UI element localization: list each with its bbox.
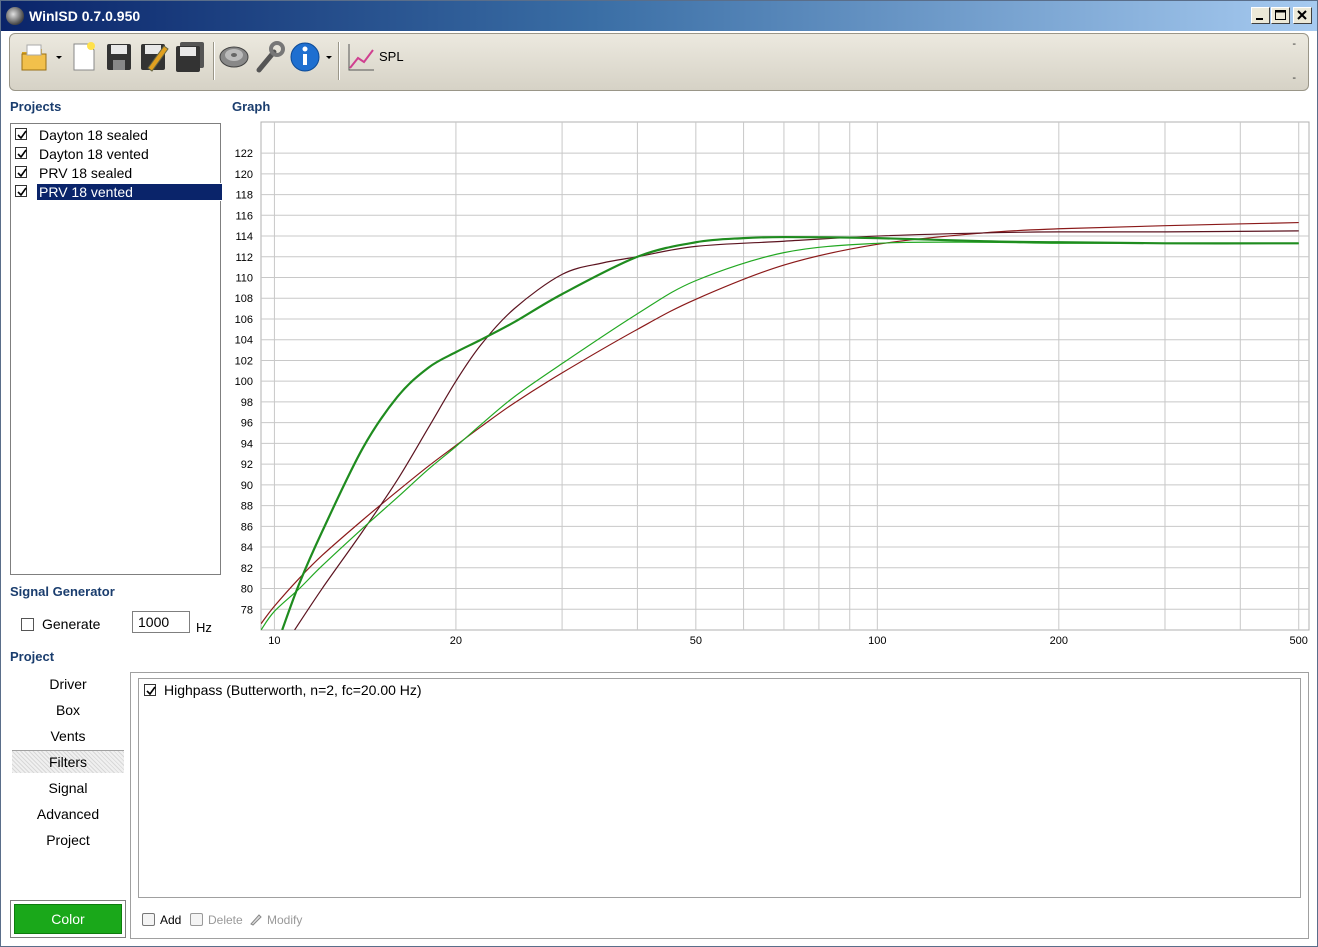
color-button[interactable]: Color [14,904,122,934]
project-label: Dayton 18 vented [39,146,149,162]
y-tick-label: 104 [235,335,253,347]
app-window: WinISD 0.7.0.950 SPL - - Projects Graph … [0,0,1318,947]
y-tick-label: 80 [241,584,253,596]
save-all-icon[interactable] [174,40,208,74]
open-folder-icon[interactable] [20,40,50,74]
filters-panel: Highpass (Butterworth, n=2, fc=20.00 Hz)… [130,672,1309,939]
frequency-unit-label: Hz [196,620,212,635]
tools-wrench-icon[interactable] [254,40,286,74]
toolbar-overflow-marker: - [1292,38,1296,50]
modify-pencil-icon [250,914,262,926]
x-tick-label: 10 [268,635,280,647]
project-label-selected: PRV 18 vented [36,183,223,201]
add-button[interactable]: Add [160,913,181,927]
projects-heading: Projects [10,99,62,114]
open-dropdown-arrow-icon[interactable] [54,40,64,74]
title-bar[interactable]: WinISD 0.7.0.950 [1,1,1317,31]
toolbar-overflow-marker: - [1292,72,1296,84]
filters-list: Highpass (Butterworth, n=2, fc=20.00 Hz) [138,678,1301,898]
toolbar-separator [213,42,215,80]
y-tick-label: 110 [235,273,253,285]
generate-checkbox[interactable] [21,618,34,631]
color-button-frame: Color [10,900,126,938]
new-document-icon[interactable] [70,40,98,74]
delete-icon [190,913,203,926]
list-item[interactable]: Dayton 18 vented [12,145,220,163]
y-tick-label: 88 [241,501,253,513]
x-tick-label: 20 [450,635,462,647]
project-checkbox[interactable] [15,147,27,159]
y-tick-label: 106 [235,314,253,326]
y-tick-label: 120 [235,169,253,181]
y-tick-label: 82 [241,563,253,575]
delete-button[interactable]: Delete [208,913,243,927]
y-tick-label: 112 [235,252,253,264]
nav-vents[interactable]: Vents [12,725,124,747]
projects-list: Dayton 18 sealed Dayton 18 vented PRV 18… [10,123,223,575]
spl-graph-icon[interactable] [346,40,376,74]
nav-advanced[interactable]: Advanced [12,803,124,825]
y-tick-label: 100 [235,376,253,388]
graph-heading: Graph [232,99,271,114]
save-as-icon[interactable] [138,40,170,74]
y-tick-label: 102 [235,355,253,367]
close-button[interactable] [1293,7,1312,24]
window-title: WinISD 0.7.0.950 [29,8,141,24]
y-tick-label: 114 [235,231,253,243]
y-tick-label: 108 [235,293,253,305]
nav-filters[interactable]: Filters [12,750,124,773]
filter-checkbox[interactable] [144,684,156,696]
save-icon[interactable] [104,40,134,74]
list-item[interactable]: PRV 18 vented [12,183,223,201]
spl-button-label[interactable]: SPL [379,49,404,64]
minimize-button[interactable] [1251,7,1270,24]
project-checkbox[interactable] [15,128,27,140]
project-checkbox[interactable] [15,185,27,197]
add-icon [142,913,155,926]
y-tick-label: 118 [235,190,253,202]
y-tick-label: 116 [235,210,253,222]
x-tick-label: 50 [690,635,702,647]
y-tick-label: 94 [241,438,253,450]
info-icon[interactable] [290,40,322,74]
nav-signal[interactable]: Signal [12,777,124,799]
toolbar-separator [338,42,340,80]
y-tick-label: 98 [241,397,253,409]
app-logo-icon [6,7,24,25]
signal-generator-heading: Signal Generator [10,584,115,599]
x-tick-label: 100 [868,635,886,647]
y-tick-label: 86 [241,521,253,533]
maximize-button[interactable] [1271,7,1290,24]
project-label: Dayton 18 sealed [39,127,148,143]
spl-graph[interactable]: 78 80 82 84 86 88 90 92 94 96 98 100 102 104 106 108 110… [229,119,1314,649]
x-tick-label: 200 [1050,635,1068,647]
y-tick-label: 84 [241,542,253,554]
filter-item-label[interactable]: Highpass (Butterworth, n=2, fc=20.00 Hz) [164,682,422,698]
nav-project[interactable]: Project [12,829,124,851]
list-item[interactable]: PRV 18 sealed [12,164,220,182]
project-checkbox[interactable] [15,166,27,178]
nav-driver[interactable]: Driver [12,673,124,695]
y-tick-label: 122 [235,148,253,160]
driver-speaker-icon[interactable] [218,40,250,74]
info-dropdown-arrow-icon[interactable] [324,40,334,74]
project-heading: Project [10,649,55,664]
project-label: PRV 18 sealed [39,165,133,181]
y-tick-label: 78 [241,604,253,616]
x-tick-label: 500 [1290,635,1308,647]
main-toolbar: SPL - - [9,33,1309,91]
y-tick-label: 90 [241,480,253,492]
generate-label: Generate [42,616,101,632]
y-tick-label: 96 [241,418,253,430]
y-tick-label: 92 [241,459,253,471]
frequency-input[interactable] [132,611,190,633]
list-item[interactable]: Dayton 18 sealed [12,126,220,144]
nav-box[interactable]: Box [12,699,124,721]
modify-button[interactable]: Modify [267,913,302,927]
